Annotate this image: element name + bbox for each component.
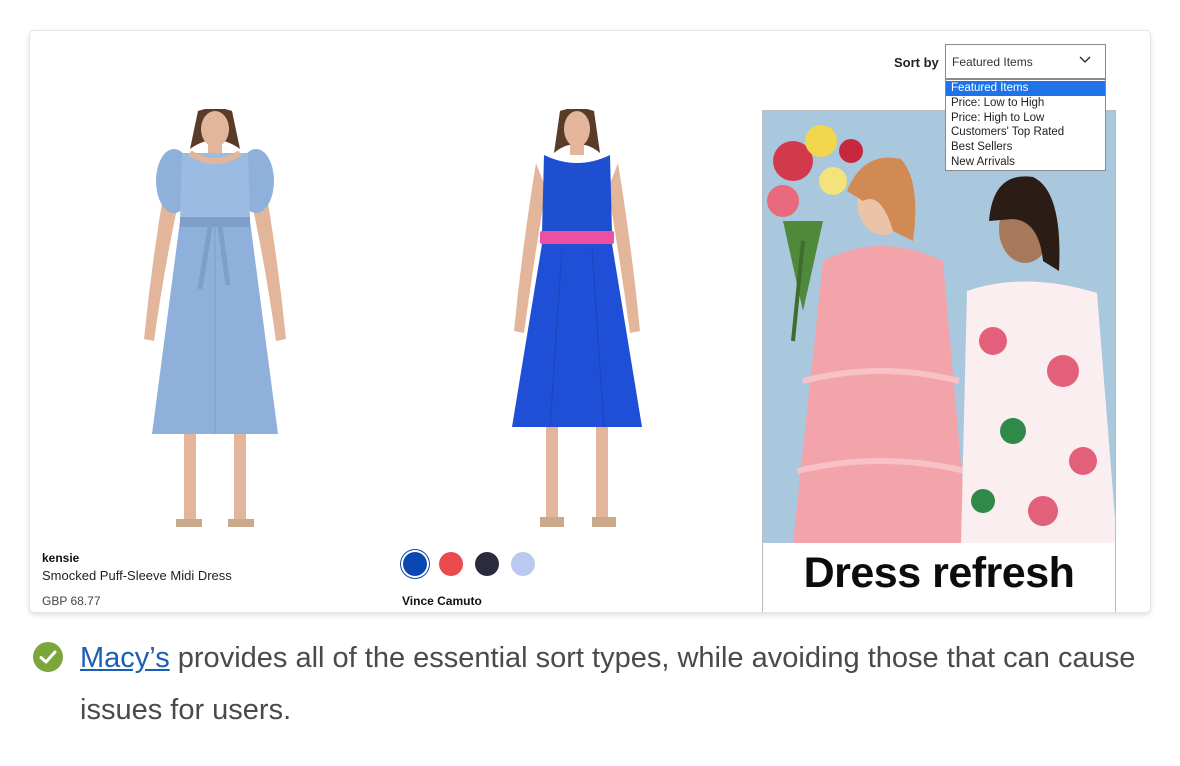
sort-option-best-sellers[interactable]: Best Sellers: [946, 140, 1105, 155]
caption-text: Macy’s provides all of the essential sor…: [80, 632, 1150, 736]
product-brand[interactable]: kensie: [42, 551, 79, 565]
sort-by-select[interactable]: Featured Items: [945, 44, 1106, 79]
sort-option-top-rated[interactable]: Customers' Top Rated: [946, 125, 1105, 140]
sort-options-list: Featured Items Price: Low to High Price:…: [945, 79, 1106, 171]
product-price: GBP 68.77: [42, 594, 101, 608]
color-swatch-light-blue[interactable]: [511, 552, 535, 576]
product-grid-card: kensie Smocked Puff-Sleeve Midi Dress GB…: [30, 31, 1150, 612]
promo-image: [763, 111, 1115, 543]
sort-option-featured[interactable]: Featured Items: [946, 81, 1105, 96]
sort-option-new-arrivals[interactable]: New Arrivals: [946, 155, 1105, 170]
product-image-vince-camuto-dress[interactable]: [492, 109, 662, 539]
sort-by-label: Sort by: [894, 55, 939, 70]
sort-option-price-low-high[interactable]: Price: Low to High: [946, 96, 1105, 111]
product-image-kensie-dress[interactable]: [130, 109, 300, 539]
sort-option-price-high-low[interactable]: Price: High to Low: [946, 111, 1105, 126]
chevron-down-icon: [1079, 56, 1091, 63]
color-swatch-red[interactable]: [439, 552, 463, 576]
macys-link[interactable]: Macy’s: [80, 642, 170, 674]
sort-selected-value: Featured Items: [952, 55, 1033, 69]
promo-title: Dress refresh: [803, 549, 1075, 597]
promo-tile[interactable]: Dress refresh: [762, 110, 1116, 612]
product-brand[interactable]: Vince Camuto: [402, 594, 482, 608]
caption-body: provides all of the essential sort types…: [80, 642, 1136, 726]
color-swatch-navy[interactable]: [475, 552, 499, 576]
product-name[interactable]: Smocked Puff-Sleeve Midi Dress: [42, 568, 232, 583]
color-swatch-blue[interactable]: [403, 552, 427, 576]
check-circle-icon: [33, 642, 63, 672]
